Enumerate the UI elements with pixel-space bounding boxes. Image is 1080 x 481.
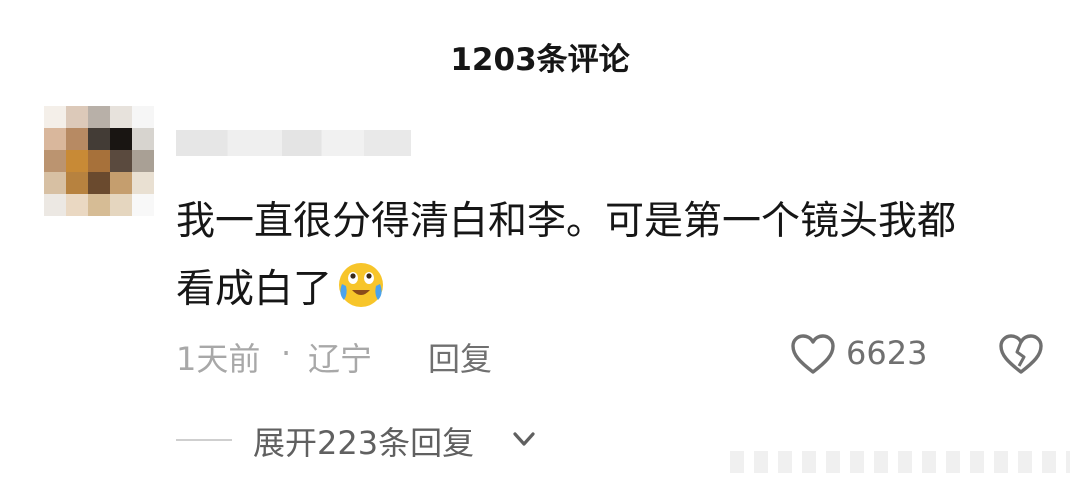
chevron-down-icon xyxy=(513,432,535,446)
comment-text: 我一直很分得清白和李。可是第一个镜头我都 看成白了 xyxy=(176,188,1056,324)
expand-replies-button[interactable]: 展开223条回复 xyxy=(176,418,676,462)
comment-time: 1天前 xyxy=(176,340,261,378)
avatar[interactable] xyxy=(44,106,154,216)
like-count: 6623 xyxy=(846,334,928,372)
page-title: 1203条评论 xyxy=(450,42,630,78)
broken-heart-icon[interactable] xyxy=(998,332,1044,376)
heart-outline-icon[interactable] xyxy=(790,332,836,376)
username-blurred[interactable] xyxy=(176,130,411,156)
divider-line xyxy=(176,439,232,441)
reply-button[interactable]: 回复 xyxy=(428,334,492,380)
watermark xyxy=(730,451,1070,473)
comment-line: 我一直很分得清白和李。可是第一个镜头我都 xyxy=(176,199,957,244)
crying-laughing-emoji-icon xyxy=(339,263,384,307)
comment-line: 看成白了 xyxy=(176,256,1056,324)
comment-location: 辽宁 xyxy=(308,340,373,378)
meta-separator: · xyxy=(281,334,292,372)
comment-meta: 1天前 · 辽宁 回复 6623 xyxy=(176,330,1056,380)
expand-replies-label: 展开223条回复 xyxy=(253,424,475,462)
